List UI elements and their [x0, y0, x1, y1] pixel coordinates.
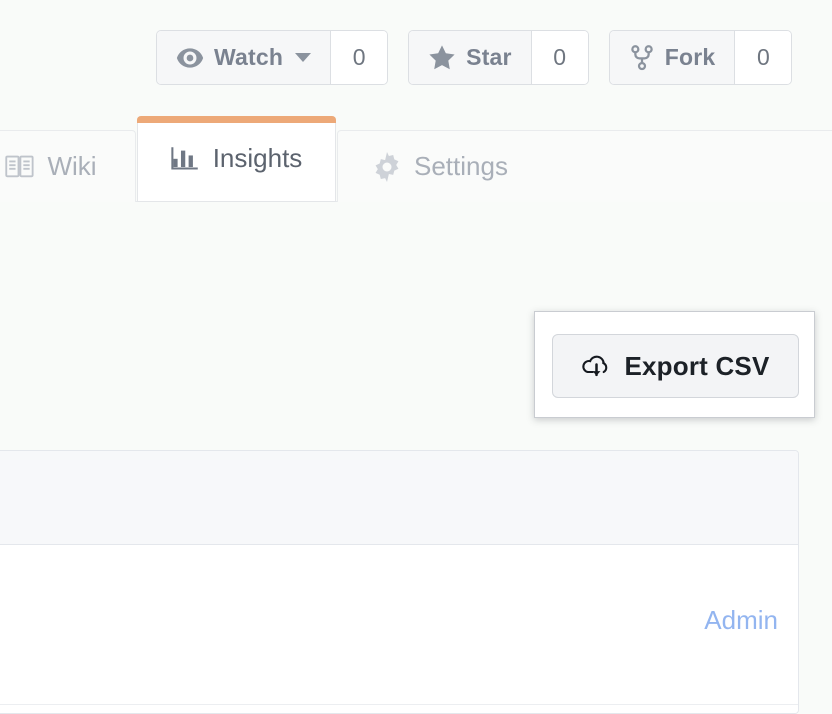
bar-chart-icon — [171, 145, 201, 173]
watch-count[interactable]: 0 — [330, 31, 388, 84]
tab-insights[interactable]: Insights — [137, 116, 336, 202]
star-icon — [428, 44, 456, 72]
table-row-partial — [0, 705, 798, 713]
repo-action-buttons: Watch 0 Star 0 Fork 0 — [156, 30, 793, 85]
export-csv-label: Export CSV — [624, 350, 770, 381]
admin-link[interactable]: Admin — [704, 605, 778, 636]
tab-settings[interactable]: Settings — [337, 130, 832, 202]
tab-wiki-label: Wiki — [47, 151, 97, 181]
chevron-down-icon[interactable] — [295, 53, 312, 62]
fork-button-group[interactable]: Fork 0 — [608, 30, 793, 85]
tab-insights-label: Insights — [212, 143, 303, 173]
fork-count[interactable]: 0 — [734, 31, 792, 84]
watch-button[interactable]: Watch — [157, 31, 331, 84]
star-button-label: Star — [466, 44, 512, 70]
watch-button-label: Watch — [214, 44, 284, 70]
fork-button-label: Fork — [664, 44, 716, 70]
page-root: Watch 0 Star 0 Fork 0 Wiki Insights Sett… — [0, 0, 832, 714]
table-row: Admin — [0, 545, 798, 705]
star-button[interactable]: Star — [409, 31, 531, 84]
star-count[interactable]: 0 — [530, 31, 588, 84]
tab-wiki[interactable]: Wiki — [0, 130, 136, 202]
repo-tab-bar: Wiki Insights Settings — [0, 116, 832, 202]
gear-icon — [372, 151, 402, 182]
eye-icon — [176, 44, 204, 72]
book-icon — [5, 154, 35, 180]
export-csv-highlight: Export CSV — [534, 311, 815, 418]
insights-panel: Admin — [0, 450, 799, 714]
export-csv-button[interactable]: Export CSV — [552, 334, 799, 398]
tab-settings-label: Settings — [414, 151, 508, 181]
watch-button-group[interactable]: Watch 0 — [156, 30, 389, 85]
star-button-group[interactable]: Star 0 — [408, 30, 589, 85]
cloud-download-icon — [581, 352, 611, 380]
repo-forked-icon — [629, 44, 655, 72]
panel-header — [0, 451, 798, 545]
fork-button[interactable]: Fork — [609, 31, 735, 84]
